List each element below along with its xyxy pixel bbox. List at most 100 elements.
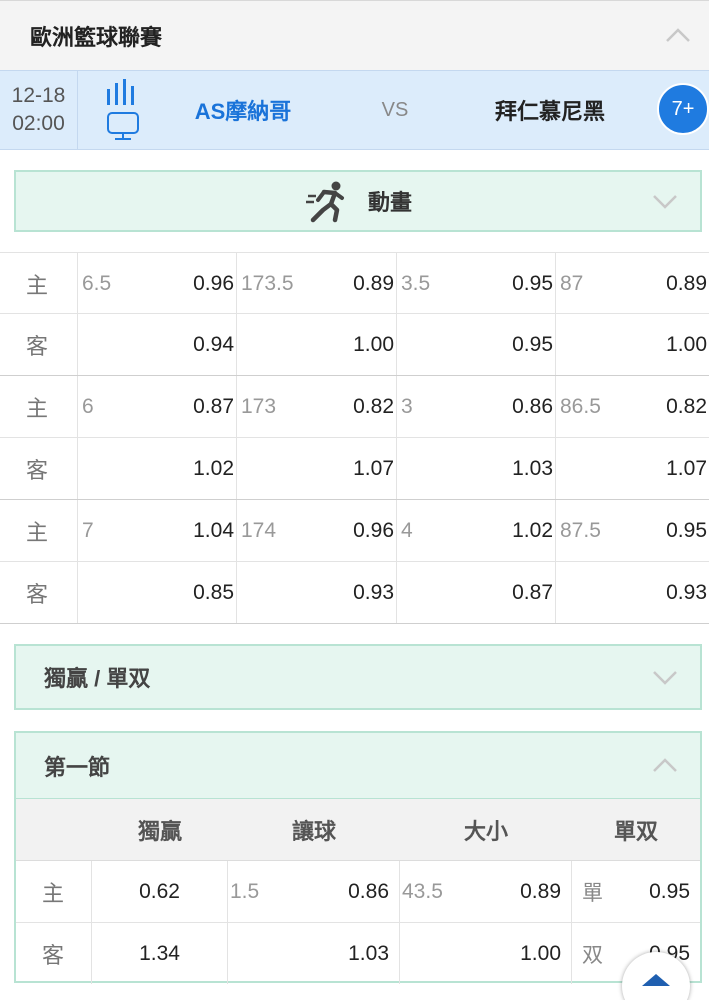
side-label: 客 <box>0 438 78 499</box>
odds-cell[interactable]: 0.95 <box>397 314 556 375</box>
odds-cell[interactable]: 1.02 <box>78 438 237 499</box>
total-cell[interactable]: 43.5 0.89 <box>400 861 572 922</box>
odds-value: 0.96 <box>193 271 234 295</box>
odds-value: 0.93 <box>353 580 394 604</box>
odds-value: 0.86 <box>348 879 389 903</box>
odds-cell[interactable]: 87.5 0.95 <box>556 500 709 561</box>
odds-cell[interactable]: 4 1.02 <box>397 500 556 561</box>
odds-value: 0.86 <box>512 394 553 418</box>
odds-cell[interactable]: 0.93 <box>556 562 709 623</box>
odds-value: 1.00 <box>666 332 707 356</box>
odds-line: 87 <box>560 271 584 295</box>
odds-line: 87.5 <box>560 518 601 542</box>
first-quarter-header[interactable]: 第一節 <box>16 733 700 799</box>
odds-cell[interactable]: 1.07 <box>556 438 709 499</box>
odds-line: 4 <box>401 518 413 542</box>
odds-line: 7 <box>82 518 94 542</box>
animation-label: 動畫 <box>368 190 413 215</box>
oddeven-cell[interactable]: 單 0.95 <box>572 861 700 922</box>
side-label: 客 <box>0 314 78 375</box>
odds-value: 1.02 <box>193 456 234 480</box>
odds-value: 0.62 <box>139 879 180 903</box>
moneyline-cell[interactable]: 1.34 <box>92 923 228 984</box>
chevron-down-icon[interactable] <box>652 192 678 212</box>
side-label: 主 <box>0 500 78 561</box>
total-cell[interactable]: 1.00 <box>400 923 572 984</box>
side-label: 主 <box>16 861 92 922</box>
odds-cell[interactable]: 87 0.89 <box>556 253 709 314</box>
away-team-name[interactable]: 拜仁慕尼黑 <box>470 71 630 149</box>
odds-value: 0.89 <box>666 271 707 295</box>
side-label: 客 <box>16 923 92 984</box>
moneyline-cell[interactable]: 0.62 <box>92 861 228 922</box>
odds-value: 1.04 <box>193 518 234 542</box>
side-label: 客 <box>0 562 78 623</box>
odds-line: 6 <box>82 394 94 418</box>
odds-cell[interactable]: 173.5 0.89 <box>237 253 397 314</box>
oddeven-label: 双 <box>582 943 603 967</box>
odds-cell[interactable]: 0.85 <box>78 562 237 623</box>
stats-icon[interactable] <box>104 77 142 107</box>
odds-line: 3.5 <box>401 271 431 295</box>
runner-icon <box>306 181 344 223</box>
odds-cell[interactable]: 0.93 <box>237 562 397 623</box>
first-quarter-row-home: 主 0.62 1.5 0.86 43.5 0.89 單 0.95 <box>16 861 700 923</box>
odds-cell[interactable]: 7 1.04 <box>78 500 237 561</box>
column-header-oddeven: 單双 <box>613 819 658 844</box>
odds-cell[interactable]: 1.00 <box>556 314 709 375</box>
more-markets-badge[interactable]: 7+ <box>657 83 709 135</box>
animation-bar[interactable]: 動畫 <box>14 170 702 232</box>
odds-cell[interactable]: 6 0.87 <box>78 376 237 437</box>
odds-value: 1.03 <box>348 941 389 965</box>
odds-cell[interactable]: 6.5 0.96 <box>78 253 237 314</box>
odds-value: 0.82 <box>666 394 707 418</box>
column-header-moneyline: 獨贏 <box>137 819 182 844</box>
odds-table: 主 6.5 0.96 173.5 0.89 3.5 0.95 87 0.89 客 0.94 1.00 0… <box>0 252 709 624</box>
column-header-total: 大小 <box>463 819 508 844</box>
odds-value: 0.87 <box>193 394 234 418</box>
odds-value: 1.00 <box>520 941 561 965</box>
home-team-name[interactable]: AS摩納哥 <box>160 71 326 149</box>
odds-cell[interactable]: 174 0.96 <box>237 500 397 561</box>
handicap-cell[interactable]: 1.03 <box>228 923 400 984</box>
oddeven-label: 單 <box>582 881 603 905</box>
odds-value: 0.95 <box>512 271 553 295</box>
tv-icon[interactable] <box>106 111 140 141</box>
odds-line: 6.5 <box>82 271 112 295</box>
match-row[interactable]: 12-18 02:00 AS摩納哥 VS 拜仁慕尼黑 <box>0 70 709 150</box>
handicap-line: 1.5 <box>230 879 260 903</box>
odds-cell[interactable]: 3.5 0.95 <box>397 253 556 314</box>
match-date: 12-18 <box>11 84 66 107</box>
moneyline-oddeven-bar[interactable]: 獨贏 / 單双 <box>14 644 702 710</box>
odds-value: 0.94 <box>193 332 234 356</box>
odds-cell[interactable]: 3 0.86 <box>397 376 556 437</box>
odds-cell[interactable]: 1.03 <box>397 438 556 499</box>
odds-value: 0.96 <box>353 518 394 542</box>
odds-line: 173.5 <box>241 271 294 295</box>
column-header-handicap: 讓球 <box>291 819 336 844</box>
odds-cell[interactable]: 0.87 <box>397 562 556 623</box>
odds-row-home: 主 6.5 0.96 173.5 0.89 3.5 0.95 87 0.89 <box>0 252 709 314</box>
odds-cell[interactable]: 86.5 0.82 <box>556 376 709 437</box>
odds-value: 0.89 <box>353 271 394 295</box>
match-time: 02:00 <box>12 112 65 135</box>
handicap-cell[interactable]: 1.5 0.86 <box>228 861 400 922</box>
odds-cell[interactable]: 1.07 <box>237 438 397 499</box>
odds-value: 1.07 <box>666 456 707 480</box>
chevron-up-icon[interactable] <box>665 25 691 45</box>
chevron-down-icon[interactable] <box>652 668 678 688</box>
vs-label: VS <box>381 98 409 121</box>
odds-value: 1.02 <box>512 518 553 542</box>
first-quarter-title: 第一節 <box>44 755 111 780</box>
odds-line: 173 <box>241 394 277 418</box>
odds-value: 0.93 <box>666 580 707 604</box>
league-header[interactable]: 歐洲籃球聯賽 <box>0 0 709 70</box>
odds-line: 86.5 <box>560 394 601 418</box>
odds-cell[interactable]: 0.94 <box>78 314 237 375</box>
odds-line: 3 <box>401 394 413 418</box>
odds-cell[interactable]: 1.00 <box>237 314 397 375</box>
chevron-up-icon[interactable] <box>652 755 678 775</box>
odds-cell[interactable]: 173 0.82 <box>237 376 397 437</box>
odds-value: 1.07 <box>353 456 394 480</box>
odds-value: 0.85 <box>193 580 234 604</box>
